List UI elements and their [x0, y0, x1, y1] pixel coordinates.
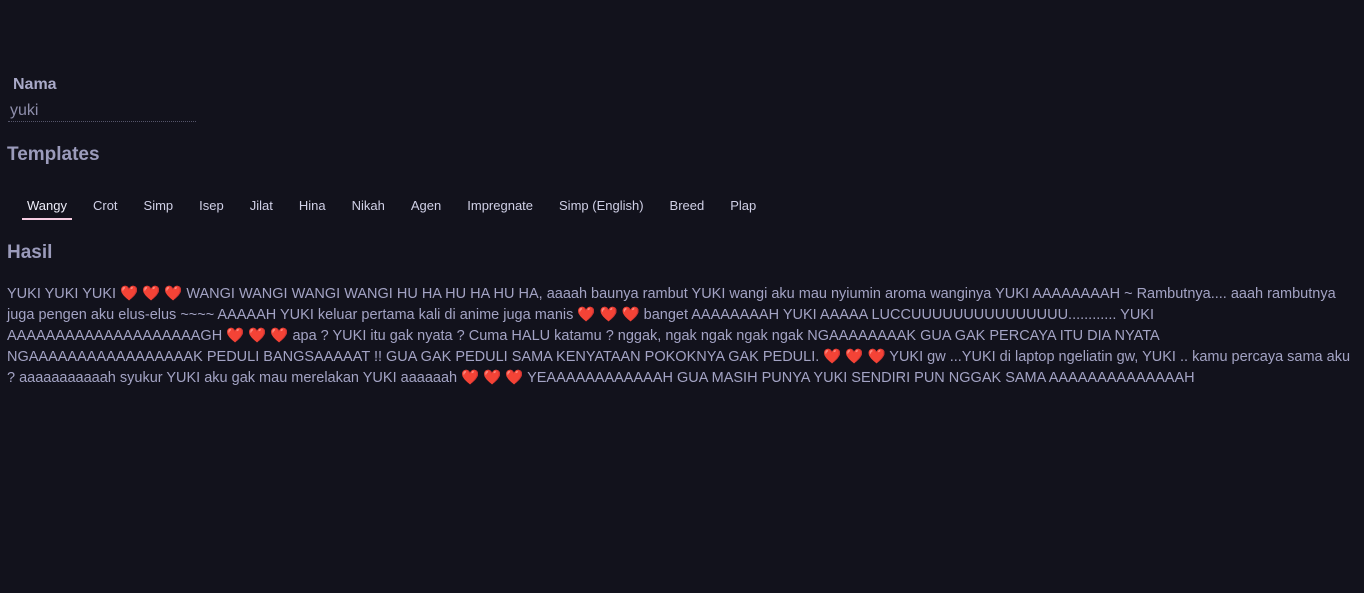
- templates-title: Templates: [7, 144, 100, 165]
- name-label: Nama: [13, 76, 57, 93]
- result-text: YUKI YUKI YUKI ❤️ ❤️ ❤️ WANGI WANGI WANG…: [7, 286, 1351, 386]
- tab-jilat[interactable]: Jilat: [237, 192, 286, 220]
- tab-breed[interactable]: Breed: [657, 192, 718, 220]
- tab-plap[interactable]: Plap: [717, 192, 769, 220]
- tab-hina[interactable]: Hina: [286, 192, 339, 220]
- tab-impregnate[interactable]: Impregnate: [454, 192, 546, 220]
- result-title: Hasil: [7, 242, 53, 263]
- tab-simp-english[interactable]: Simp (English): [546, 192, 657, 220]
- tab-simp[interactable]: Simp: [131, 192, 187, 220]
- tab-crot[interactable]: Crot: [80, 192, 131, 220]
- template-tabs: Wangy Crot Simp Isep Jilat Hina Nikah Ag…: [14, 192, 769, 220]
- tab-nikah[interactable]: Nikah: [339, 192, 398, 220]
- tab-agen[interactable]: Agen: [398, 192, 454, 220]
- page: Nama Templates Wangy Crot Simp Isep Jila…: [0, 0, 1364, 593]
- tab-isep[interactable]: Isep: [186, 192, 237, 220]
- name-input[interactable]: [8, 101, 196, 122]
- tab-wangy[interactable]: Wangy: [14, 192, 80, 220]
